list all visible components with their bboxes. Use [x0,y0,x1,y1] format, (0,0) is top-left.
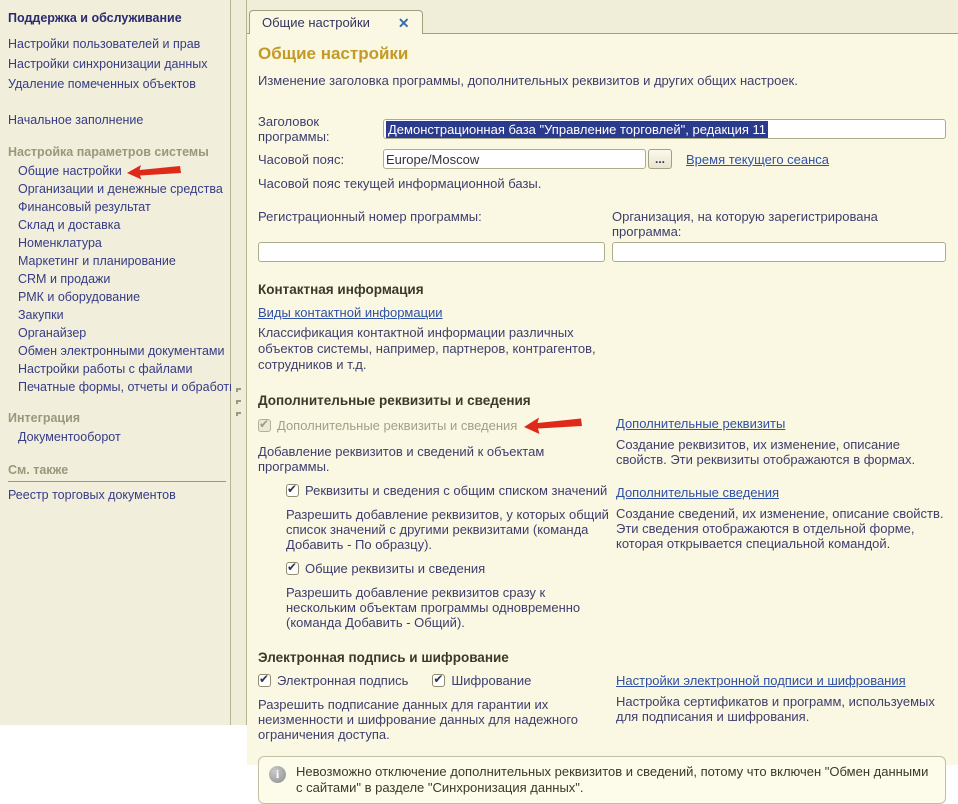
additional-section-header: Дополнительные реквизиты и сведения [258,393,946,408]
sidebar-item-file-settings[interactable]: Настройки работы с файлами [8,360,226,378]
sidebar-item-warehouse-delivery[interactable]: Склад и доставка [8,216,226,234]
additional-info-block: Дополнительные сведения Создание сведени… [616,485,946,551]
encryption-checkbox[interactable] [432,674,445,687]
main-area: Общие настройки ✕ Общие настройки Измене… [246,0,958,725]
common-attrs-checkbox[interactable] [286,562,299,575]
common-attrs-checkbox-label[interactable]: Общие реквизиты и сведения [305,561,485,576]
tab-general-settings[interactable]: Общие настройки ✕ [249,10,423,34]
sidebar-group-system-params: Общие настройки Организации и денежные с… [8,162,226,396]
additional-attrs-link[interactable]: Дополнительные реквизиты [616,416,785,431]
ellipsis-icon: ... [655,152,665,166]
sidebar-item-general-settings[interactable]: Общие настройки [8,162,226,180]
additional-info-link[interactable]: Дополнительные сведения [616,485,779,500]
sidebar-group-support: Настройки пользователей и прав Настройки… [8,34,226,94]
contact-kinds-link[interactable]: Виды контактной информации [258,305,443,320]
timezone-hint: Часовой пояс текущей информационной базы… [258,176,946,192]
signature-right-column: Настройки электронной подписи и шифрован… [616,673,946,742]
additional-info-hint: Создание сведений, их изменение, описани… [616,506,946,551]
signature-checkboxes-row: Электронная подпись Шифрование [258,673,612,688]
sidebar-item-nomenclature[interactable]: Номенклатура [8,234,226,252]
signature-section-grid: Электронная подпись Шифрование Разрешить… [258,665,946,742]
sidebar-item-document-flow[interactable]: Документооборот [8,428,226,446]
sidebar-item-organizations[interactable]: Организации и денежные средства [8,180,226,198]
timezone-label: Часовой пояс: [258,152,383,167]
contact-description: Классификация контактной информации разл… [258,325,603,373]
sidebar-item-general-settings-label: Общие настройки [18,164,122,178]
sidebar-section-see-also-header: См. также [8,462,226,482]
sidebar-item-users-rights[interactable]: Настройки пользователей и прав [8,34,226,54]
additional-left-column: Дополнительные реквизиты и сведения Доба… [258,416,612,630]
additional-main-checkbox-row: Дополнительные реквизиты и сведения [258,416,612,435]
close-icon[interactable]: ✕ [398,16,410,30]
common-attrs-hint: Разрешить добавление реквизитов сразу к … [286,585,612,630]
sidebar-section-system-params-header: Настройка параметров системы [8,144,226,160]
encryption-checkbox-label[interactable]: Шифрование [451,673,531,688]
app-window: Поддержка и обслуживание Настройки польз… [0,0,958,725]
sidebar: Поддержка и обслуживание Настройки польз… [0,0,231,725]
sidebar-item-initial-fill[interactable]: Начальное заполнение [8,110,226,130]
common-list-checkbox[interactable] [286,484,299,497]
common-list-hint: Разрешить добавление реквизитов, у котор… [286,507,612,552]
settings-panel: Общие настройки Изменение заголовка прог… [247,33,958,765]
page-title: Общие настройки [258,44,946,64]
app-title-selected-text: Демонстрационная база "Управление торгов… [386,121,768,138]
sidebar-item-edi-exchange[interactable]: Обмен электронными документами [8,342,226,360]
additional-section-grid: Дополнительные реквизиты и сведения Доба… [258,416,946,630]
sidebar-item-financial-result[interactable]: Финансовый результат [8,198,226,216]
tab-bar: Общие настройки ✕ [247,0,958,33]
common-list-checkbox-label[interactable]: Реквизиты и сведения с общим списком зна… [305,483,607,498]
sidebar-group-initial: Начальное заполнение [8,110,226,130]
timezone-input[interactable]: Europe/Moscow [383,149,646,169]
sidebar-item-purchases[interactable]: Закупки [8,306,226,324]
reg-number-input[interactable] [258,242,605,262]
reg-org-input[interactable] [612,242,946,262]
tab-label: Общие настройки [262,15,370,30]
sidebar-item-pos-equipment[interactable]: РМК и оборудование [8,288,226,306]
timezone-row: Часовой пояс: Europe/Moscow ... Время те… [258,149,946,169]
sidebar-group-integration: Документооборот [8,428,226,446]
signature-settings-hint: Настройка сертификатов и программ, испол… [616,694,946,724]
sidebar-item-delete-marked[interactable]: Удаление помеченных объектов [8,74,226,94]
sidebar-item-marketing-planning[interactable]: Маркетинг и планирование [8,252,226,270]
app-title-label: Заголовок программы: [258,114,383,144]
sidebar-section-support-header: Поддержка и обслуживание [8,10,226,26]
sidebar-item-organizer[interactable]: Органайзер [8,324,226,342]
reg-number-label: Регистрационный номер программы: [258,209,605,239]
sidebar-item-crm-sales[interactable]: CRM и продажи [8,270,226,288]
notice-text: Невозможно отключение дополнительных рек… [296,764,935,796]
sidebar-section-integration-header: Интеграция [8,410,226,426]
sidebar-splitter[interactable] [231,0,246,725]
signature-hint: Разрешить подписание данных для гарантии… [258,697,612,742]
sidebar-item-trade-documents-register[interactable]: Реестр торговых документов [8,486,226,504]
page-subtitle: Изменение заголовка программы, дополните… [258,73,946,88]
reg-org-label: Организация, на которую зарегистрирована… [612,209,946,239]
red-arrow-icon [523,416,583,435]
additional-main-checkbox-label: Дополнительные реквизиты и сведения [277,418,517,433]
app-title-row: Заголовок программы: Демонстрационная ба… [258,114,946,144]
additional-right-column: Дополнительные реквизиты Создание реквиз… [616,416,946,630]
session-time-link[interactable]: Время текущего сеанса [686,152,829,167]
contact-section-header: Контактная информация [258,282,946,297]
red-arrow-icon [126,164,182,180]
electronic-signature-checkbox[interactable] [258,674,271,687]
additional-attrs-hint: Создание реквизитов, их изменение, описа… [616,437,946,467]
sidebar-group-see-also: Реестр торговых документов [8,486,226,504]
registration-block: Регистрационный номер программы: Организ… [258,209,946,262]
timezone-value: Europe/Moscow [386,152,479,167]
common-attrs-checkbox-row: Общие реквизиты и сведения [286,561,612,576]
info-icon: i [269,766,286,783]
sidebar-item-print-forms-reports[interactable]: Печатные формы, отчеты и обработки [8,378,226,396]
sidebar-item-data-sync[interactable]: Настройки синхронизации данных [8,54,226,74]
additional-main-checkbox [258,419,271,432]
splitter-grip-icon [236,388,241,424]
timezone-picker-button[interactable]: ... [648,149,672,169]
additional-main-hint: Добавление реквизитов и сведений к объек… [258,444,612,474]
signature-section-header: Электронная подпись и шифрование [258,650,946,665]
common-list-checkbox-row: Реквизиты и сведения с общим списком зна… [286,483,612,498]
signature-left-column: Электронная подпись Шифрование Разрешить… [258,665,612,742]
app-title-input[interactable]: Демонстрационная база "Управление торгов… [383,119,946,139]
notice-box: i Невозможно отключение дополнительных р… [258,756,946,804]
electronic-signature-checkbox-label[interactable]: Электронная подпись [277,673,408,688]
signature-settings-link[interactable]: Настройки электронной подписи и шифрован… [616,673,906,688]
